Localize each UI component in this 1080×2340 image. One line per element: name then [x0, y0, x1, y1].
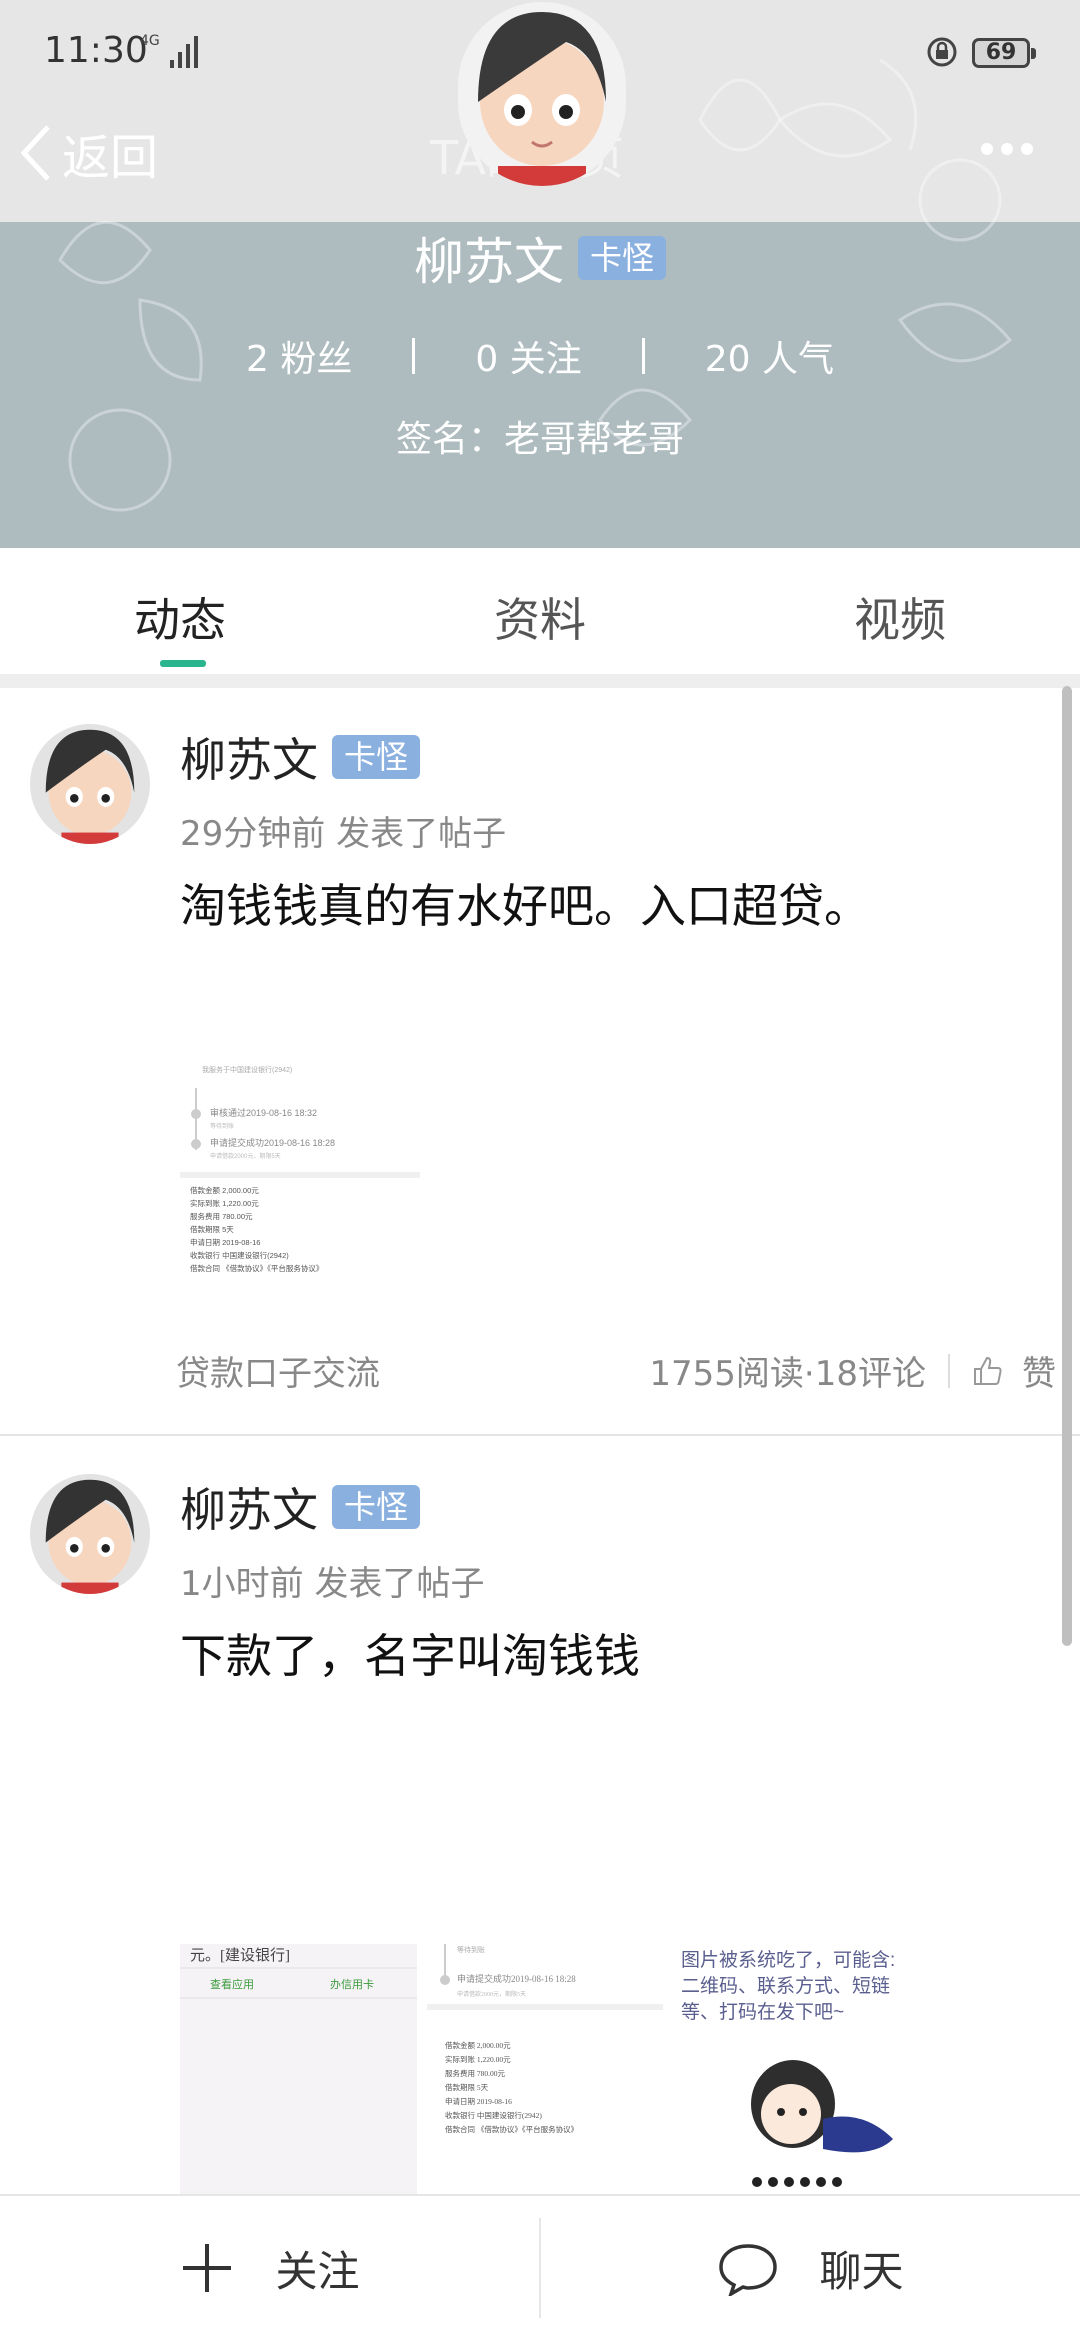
status-time: 11:30 [44, 30, 148, 71]
profile-header: 11:30 4G 69 返回 TA的主页 [0, 0, 1080, 548]
profile-tabs: 动态 资料 视频 [0, 548, 1080, 674]
chat-bubble-icon [719, 2244, 778, 2296]
image-text: 申请提交成功2019-08-16 18:28 [457, 1973, 576, 1984]
tab-videos[interactable]: 视频 [720, 548, 1080, 674]
image-detail-line: 申请日期 2019-08-16 [190, 1237, 260, 1247]
plus-icon [183, 2244, 232, 2292]
chat-button[interactable]: 聊天 [541, 2196, 1080, 2340]
section-divider [0, 674, 1080, 688]
profile-name-row: 柳苏文 卡怪 [0, 222, 1080, 294]
image-text: 等待到账 [457, 1945, 485, 1954]
following-count[interactable]: 0 关注 [415, 330, 641, 382]
follow-label: 关注 [275, 2246, 360, 2296]
like-button[interactable]: 赞 [972, 1346, 1056, 1395]
post-author-row: 柳苏文 卡怪 [180, 1474, 421, 1540]
post-image[interactable]: 元。[建设银行] 查看应用 办信用卡 [180, 1944, 417, 2194]
image-detail-line: 借款金额 2,000.00元 [445, 2040, 511, 2050]
image-text: 办信用卡 [330, 1978, 374, 1991]
cartoon-avatar-image [458, 2, 626, 186]
tab-profile-info[interactable]: 资料 [360, 548, 720, 674]
post-image[interactable]: 我服务于中国建设银行(2942) 审核通过2019-08-16 18:32 等待… [180, 1058, 420, 1298]
profile-stats: 2 粉丝 0 关注 20 人气 [0, 330, 1080, 382]
post-author-avatar[interactable] [30, 724, 150, 844]
image-text: 查看应用 [210, 1977, 254, 1991]
image-detail-line: 借款合同 《借款协议》《平台服务协议》 [445, 2124, 578, 2134]
image-detail-line: 服务费用 780.00元 [445, 2068, 505, 2078]
follow-button[interactable]: 关注 [0, 2196, 539, 2340]
chevron-left-icon [20, 125, 50, 181]
chat-label: 聊天 [819, 2246, 904, 2296]
user-badge: 卡怪 [577, 236, 666, 280]
image-text-head: 我服务于中国建设银行(2942) [202, 1065, 292, 1074]
image-detail-line: 借款金额 2,000.00元 [190, 1185, 259, 1195]
like-label: 赞 [1022, 1354, 1056, 1394]
post-image-grid: 元。[建设银行] 查看应用 办信用卡 等待到账 申请提交成功2019-08-16… [180, 1944, 920, 2194]
post-image[interactable]: 图片被系统吃了，可能含:二维码、联系方式、短链等、打码在发下吧~ [673, 1944, 911, 2194]
post-text[interactable]: 淘钱钱真的有水好吧。入口超贷。 [180, 870, 870, 936]
post-meta: 29分钟前 发表了帖子 [180, 814, 507, 854]
image-text-step2: 申请提交成功2019-08-16 18:28 [210, 1137, 335, 1148]
post-image[interactable]: 等待到账 申请提交成功2019-08-16 18:28 申请借款2000元，期限… [426, 1944, 664, 2194]
post-text[interactable]: 下款了，名字叫淘钱钱 [180, 1620, 640, 1686]
post-footer: 贷款口子交流 1755阅读·18评论 赞 [176, 1346, 1056, 1395]
user-badge: 卡怪 [332, 1485, 421, 1529]
back-button[interactable]: 返回 [18, 118, 158, 188]
post-meta: 1小时前 发表了帖子 [180, 1564, 485, 1604]
more-icon[interactable] [980, 142, 1034, 156]
back-label: 返回 [62, 130, 159, 186]
post-author-avatar[interactable] [30, 1474, 150, 1594]
image-detail-line: 收款银行 中国建设银行(2942) [190, 1250, 289, 1260]
thumbs-up-icon [974, 1356, 1002, 1385]
feed-scrollbar[interactable] [1062, 686, 1072, 1646]
post-read-comment-stats: 1755阅读·18评论 [649, 1354, 926, 1394]
user-badge: 卡怪 [332, 735, 421, 779]
activity-feed[interactable]: 柳苏文 卡怪 29分钟前 发表了帖子 淘钱钱真的有水好吧。入口超贷。 我服务于中… [0, 688, 1080, 2194]
image-blocked-placeholder: 图片被系统吃了，可能含:二维码、联系方式、短链等、打码在发下吧~ [673, 1944, 911, 2194]
post-author-name[interactable]: 柳苏文 [180, 724, 318, 790]
profile-name: 柳苏文 [413, 233, 564, 291]
image-detail-line: 借款合同 《借款协议》《平台服务协议》 [190, 1263, 323, 1273]
post-topic-tag[interactable]: 贷款口子交流 [176, 1346, 649, 1395]
post-author-name[interactable]: 柳苏文 [180, 1474, 318, 1540]
image-detail-line: 借款期限 5天 [445, 2082, 489, 2092]
cartoon-avatar-image [30, 1474, 150, 1594]
profile-avatar[interactable] [458, 2, 626, 186]
image-text-step2-sub: 申请借款2000元，期限5天 [210, 1152, 281, 1160]
network-type: 4G [140, 33, 160, 49]
tab-activity[interactable]: 动态 [0, 548, 360, 674]
image-text: 元。[建设银行] [190, 1947, 290, 1964]
footer-divider [948, 1353, 950, 1388]
image-detail-line: 申请日期 2019-08-16 [445, 2096, 512, 2106]
loan-screenshot-image: 等待到账 申请提交成功2019-08-16 18:28 申请借款2000元，期限… [426, 1944, 664, 2194]
battery-indicator: 69 [972, 38, 1036, 68]
image-detail-line: 服务费用 780.00元 [190, 1211, 253, 1221]
profile-signature: 签名：老哥帮老哥 [395, 419, 684, 460]
image-detail-line: 收款银行 中国建设银行(2942) [445, 2110, 542, 2120]
image-detail-line: 借款期限 5天 [190, 1224, 234, 1234]
image-detail-line: 实际到账 1,220.00元 [445, 2054, 511, 2064]
feed-post[interactable]: 柳苏文 卡怪 29分钟前 发表了帖子 淘钱钱真的有水好吧。入口超贷。 我服务于中… [0, 688, 1080, 1436]
signal-icon [170, 36, 198, 68]
loan-screenshot-image: 我服务于中国建设银行(2942) 审核通过2019-08-16 18:32 等待… [180, 1058, 420, 1298]
cartoon-avatar-image [30, 724, 150, 844]
image-detail-line: 实际到账 1,220.00元 [190, 1198, 259, 1208]
active-tab-indicator [160, 660, 206, 667]
post-author-row: 柳苏文 卡怪 [180, 724, 421, 790]
image-text-step1: 审核通过2019-08-16 18:32 [210, 1107, 317, 1118]
feed-post[interactable]: 柳苏文 卡怪 1小时前 发表了帖子 下款了，名字叫淘钱钱 元。[建设银行] 查看… [0, 1438, 1080, 2194]
bottom-action-bar: 关注 聊天 [0, 2194, 1080, 2340]
fans-count[interactable]: 2 粉丝 [186, 330, 412, 382]
image-text-step1-sub: 等待到账 [210, 1122, 234, 1130]
rotation-lock-icon [927, 37, 957, 67]
popularity-count: 20 人气 [704, 339, 834, 380]
bank-sms-screenshot-image: 元。[建设银行] 查看应用 办信用卡 [180, 1944, 417, 2194]
image-text: 申请借款2000元，期限5天 [457, 1990, 526, 1998]
